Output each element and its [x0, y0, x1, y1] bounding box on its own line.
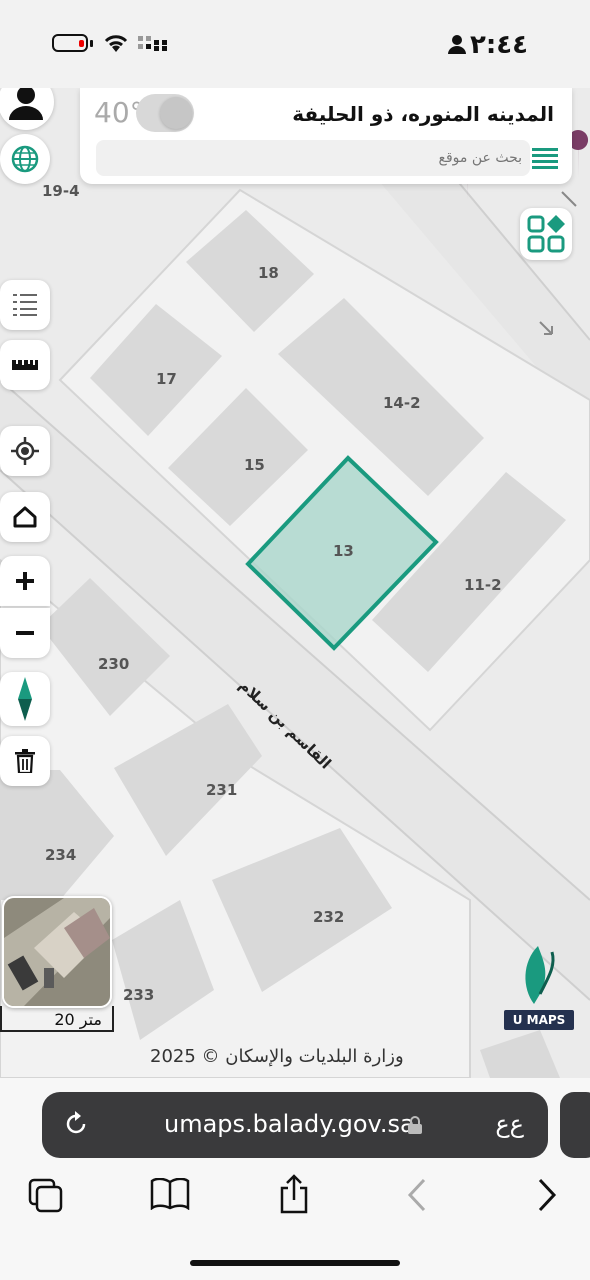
zoom-in-icon: [16, 572, 34, 590]
location-title: المدينه المنوره، ذو الحليفة: [292, 102, 554, 126]
layers-icon: [13, 294, 37, 316]
plot-label: 15: [244, 456, 265, 474]
scale-bar: 20 متر: [0, 1006, 114, 1032]
search-input[interactable]: [96, 140, 530, 176]
lock-icon: [408, 1116, 422, 1134]
next-tab-peek[interactable]: [560, 1092, 590, 1158]
share-icon[interactable]: [278, 1174, 310, 1214]
home-icon: [13, 506, 37, 528]
locate-icon: [11, 437, 39, 465]
plot-label: 234: [45, 846, 77, 864]
profile-icon: [9, 86, 43, 120]
zoom-out-button[interactable]: [0, 608, 50, 658]
battery-nub: [90, 40, 93, 47]
reader-mode-button[interactable]: ع‌ع: [495, 1110, 524, 1138]
compass-button[interactable]: [0, 672, 50, 726]
ruler-button[interactable]: [0, 340, 50, 390]
reload-icon[interactable]: [62, 1110, 90, 1138]
globe-icon: [11, 145, 39, 173]
ruler-icon: [12, 360, 38, 370]
wifi-icon: [104, 35, 128, 52]
signal-icon: [138, 36, 167, 51]
home-button[interactable]: [0, 492, 50, 542]
plot-label: 11-2: [464, 576, 502, 594]
tabs-icon[interactable]: [28, 1178, 64, 1214]
person-icon: [448, 35, 466, 54]
plot-label: 232: [313, 908, 345, 926]
clear-button[interactable]: [0, 736, 50, 786]
copyright: وزارة البلديات والإسكان © 2025: [150, 1046, 404, 1067]
plot-label: 18: [258, 264, 279, 282]
plot-label: 17: [156, 370, 177, 388]
home-indicator: [190, 1260, 400, 1266]
locate-button[interactable]: [0, 426, 50, 476]
apps-grid-icon: [527, 215, 565, 253]
plot-label-selected[interactable]: 13: [333, 542, 354, 560]
scale-label: 20 متر: [54, 1010, 102, 1029]
browser-bar: umaps.balady.gov.sa ع‌ع: [0, 1078, 590, 1280]
address-bar[interactable]: umaps.balady.gov.sa ع‌ع: [42, 1092, 548, 1158]
satellite-preview: [4, 898, 110, 1006]
plot-label: 19-4: [42, 182, 80, 200]
status-bar: ٢:٤٤: [0, 0, 590, 88]
satellite-toggle[interactable]: [2, 896, 112, 1008]
menu-icon[interactable]: [532, 148, 558, 170]
back-icon[interactable]: [406, 1178, 428, 1212]
umaps-leaf-icon: [525, 946, 555, 1004]
apps-grid-button[interactable]: [520, 208, 572, 260]
compass-icon: [18, 677, 32, 721]
search-card: 40° المدينه المنوره، ذو الحليفة: [80, 88, 572, 184]
umaps-text: U MAPS: [504, 1010, 574, 1030]
zoom-out-icon: [16, 631, 34, 635]
weather-toggle[interactable]: [136, 94, 194, 132]
plot-label: 14-2: [383, 394, 421, 412]
url-text: umaps.balady.gov.sa: [164, 1110, 415, 1138]
trash-icon: [15, 749, 35, 773]
status-time: ٢:٤٤: [470, 30, 529, 60]
plot-label: 230: [98, 655, 130, 673]
battery-icon: [52, 34, 88, 52]
bookmarks-icon[interactable]: [150, 1178, 190, 1210]
plot-label: 231: [206, 781, 238, 799]
umaps-logo: U MAPS: [504, 944, 574, 1030]
forward-icon[interactable]: [536, 1178, 558, 1212]
plot-label: 233: [123, 986, 155, 1004]
layers-button[interactable]: [0, 280, 50, 330]
globe-button[interactable]: [0, 134, 50, 184]
zoom-in-button[interactable]: [0, 556, 50, 606]
